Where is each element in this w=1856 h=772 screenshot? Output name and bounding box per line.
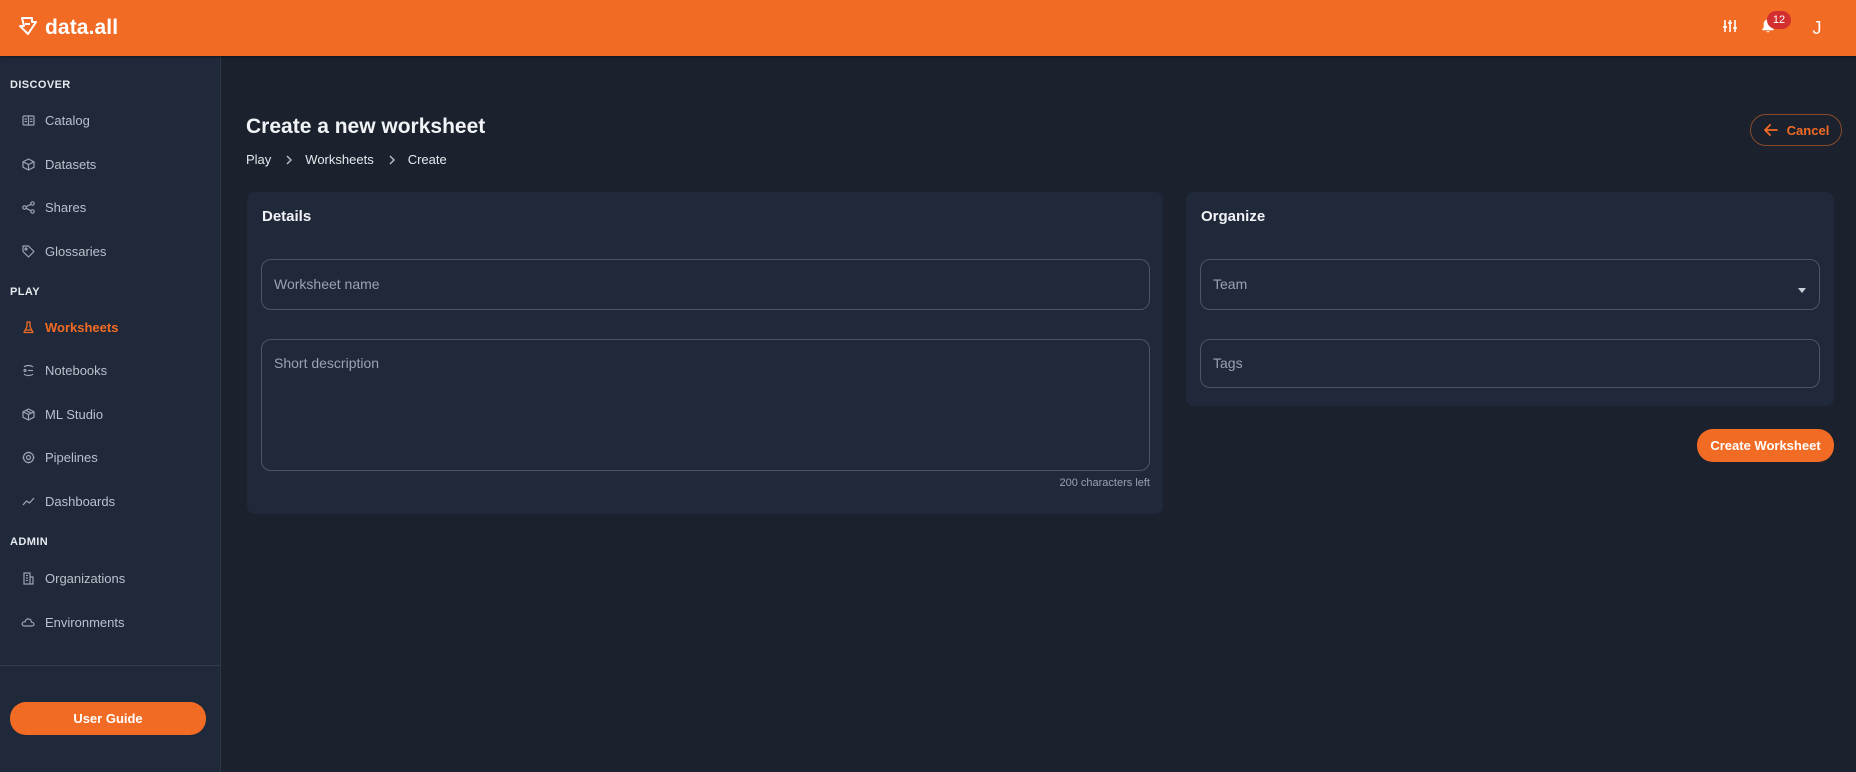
sidebar-item-pipelines[interactable]: Pipelines [10, 439, 210, 475]
user-avatar[interactable]: J [1803, 14, 1831, 42]
breadcrumb-worksheets[interactable]: Worksheets [305, 152, 373, 167]
sidebar: DISCOVER Catalog Datasets Shares Glossar… [0, 56, 221, 772]
sidebar-item-organizations[interactable]: Organizations [10, 560, 210, 596]
top-bar: data.all 12 J [0, 0, 1856, 56]
section-title-admin: ADMIN [10, 536, 49, 548]
sidebar-item-shares[interactable]: Shares [10, 189, 210, 225]
cube-icon [21, 407, 35, 421]
worksheet-name-placeholder: Worksheet name [274, 276, 380, 292]
sidebar-item-label: Environments [45, 614, 125, 630]
settings-button[interactable] [1716, 14, 1744, 42]
sidebar-item-label: Glossaries [45, 243, 107, 259]
section-title-discover: DISCOVER [10, 79, 71, 91]
worksheet-name-field[interactable]: Worksheet name [261, 259, 1150, 310]
sidebar-item-worksheets[interactable]: Worksheets [10, 309, 210, 345]
chart-line-icon [21, 494, 35, 508]
sidebar-item-label: Shares [45, 199, 87, 215]
catalog-icon [21, 113, 35, 127]
breadcrumb: Play Worksheets Create [246, 152, 447, 167]
short-description-placeholder: Short description [274, 355, 380, 371]
arrow-left-icon [1763, 124, 1778, 136]
cancel-label: Cancel [1786, 122, 1830, 138]
tag-icon [21, 244, 35, 258]
building-icon [21, 571, 35, 585]
settings-sliders-icon [1722, 18, 1738, 39]
sidebar-item-datasets[interactable]: Datasets [10, 146, 210, 182]
user-guide-button[interactable]: User Guide [10, 702, 206, 735]
tags-placeholder: Tags [1213, 355, 1243, 371]
gear-icon [21, 450, 35, 464]
sidebar-item-label: Worksheets [45, 319, 119, 335]
sidebar-divider [0, 665, 221, 666]
organize-title: Organize [1201, 208, 1266, 225]
tags-field[interactable]: Tags [1200, 339, 1820, 388]
cube-icon [21, 157, 35, 171]
flask-icon [21, 320, 35, 334]
sidebar-item-label: Pipelines [45, 449, 98, 465]
sidebar-item-ml-studio[interactable]: ML Studio [10, 396, 210, 432]
brand[interactable]: data.all [17, 15, 118, 42]
caret-down-icon [1797, 281, 1807, 299]
breadcrumb-play[interactable]: Play [246, 152, 271, 167]
create-worksheet-button[interactable]: Create Worksheet [1697, 429, 1834, 462]
data-all-logo-icon [17, 15, 39, 42]
sidebar-item-label: Notebooks [45, 362, 108, 378]
cloud-icon [21, 615, 35, 629]
sidebar-item-dashboards[interactable]: Dashboards [10, 483, 210, 519]
sidebar-item-label: Organizations [45, 570, 126, 586]
details-card: Details Worksheet name Short description… [247, 192, 1163, 514]
short-description-field[interactable]: Short description [261, 339, 1150, 471]
sidebar-item-glossaries[interactable]: Glossaries [10, 233, 210, 269]
details-title: Details [262, 208, 312, 225]
sidebar-item-notebooks[interactable]: Notebooks [10, 352, 210, 388]
notebook-icon [21, 363, 35, 377]
sidebar-item-label: Dashboards [45, 493, 116, 509]
organize-card: Organize Team Tags [1186, 192, 1834, 406]
sidebar-item-environments[interactable]: Environments [10, 604, 210, 640]
team-placeholder: Team [1213, 276, 1248, 292]
sidebar-item-label: Catalog [45, 112, 90, 128]
sidebar-item-label: ML Studio [45, 406, 104, 422]
notifications-button[interactable]: 12 [1754, 11, 1791, 42]
sidebar-item-catalog[interactable]: Catalog [10, 102, 210, 138]
sidebar-item-label: Datasets [45, 156, 97, 172]
share-icon [21, 200, 35, 214]
breadcrumb-create: Create [407, 152, 447, 167]
characters-left-helper: 200 characters left [1059, 477, 1151, 489]
app-name: data.all [45, 16, 119, 39]
page-title: Create a new worksheet [246, 115, 486, 138]
cancel-button[interactable]: Cancel [1750, 114, 1842, 146]
chevron-right-icon [388, 155, 396, 165]
team-select[interactable]: Team [1200, 259, 1820, 310]
chevron-right-icon [285, 155, 293, 165]
section-title-play: PLAY [10, 286, 40, 298]
notification-badge: 12 [1767, 11, 1791, 29]
